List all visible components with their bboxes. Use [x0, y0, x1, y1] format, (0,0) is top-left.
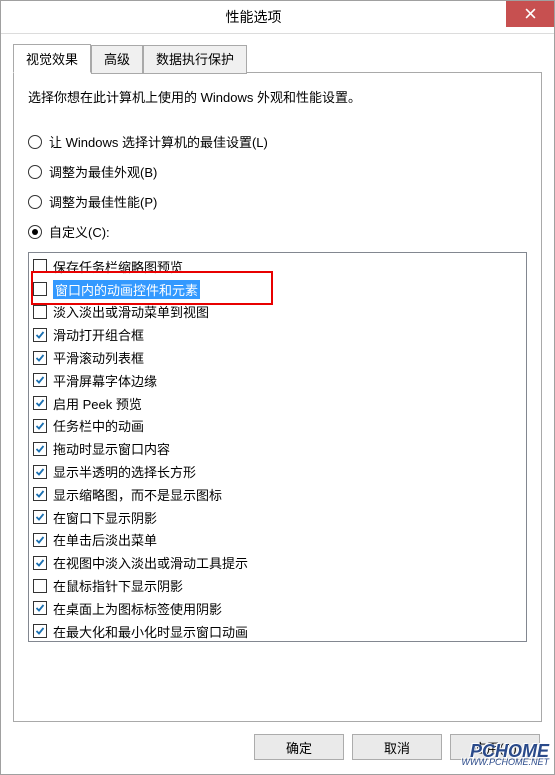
window-title: 性能选项	[1, 7, 506, 27]
radio-label: 自定义(C):	[49, 222, 110, 241]
checkbox-icon	[33, 487, 47, 501]
radio-icon	[28, 165, 42, 179]
effects-checklist[interactable]: 保存任务栏缩略图预览窗口内的动画控件和元素淡入淡出或滑动菜单到视图滑动打开组合框…	[28, 252, 527, 642]
radio-best-appearance[interactable]: 调整为最佳外观(B)	[28, 162, 527, 181]
check-row[interactable]: 在视图中淡入淡出或滑动工具提示	[29, 551, 526, 574]
cancel-button[interactable]: 取消	[352, 734, 442, 760]
tab-dep[interactable]: 数据执行保护	[143, 45, 247, 74]
checkbox-icon	[33, 556, 47, 570]
checkbox-icon	[33, 328, 47, 342]
radio-group: 让 Windows 选择计算机的最佳设置(L) 调整为最佳外观(B) 调整为最佳…	[28, 132, 527, 241]
description-text: 选择你想在此计算机上使用的 Windows 外观和性能设置。	[28, 87, 527, 106]
checkbox-icon	[33, 282, 47, 296]
radio-custom[interactable]: 自定义(C):	[28, 222, 527, 241]
close-button[interactable]	[506, 1, 554, 27]
radio-icon	[28, 225, 42, 239]
checkbox-icon	[33, 419, 47, 433]
check-row[interactable]: 显示缩略图，而不是显示图标	[29, 483, 526, 506]
radio-let-windows-choose[interactable]: 让 Windows 选择计算机的最佳设置(L)	[28, 132, 527, 151]
check-label: 拖动时显示窗口内容	[53, 439, 170, 458]
radio-best-performance[interactable]: 调整为最佳性能(P)	[28, 192, 527, 211]
checkbox-icon	[33, 465, 47, 479]
tab-strip: 视觉效果 高级 数据执行保护	[13, 44, 542, 73]
check-label: 在最大化和最小化时显示窗口动画	[53, 622, 248, 641]
check-row[interactable]: 淡入淡出或滑动菜单到视图	[29, 301, 526, 324]
checkbox-icon	[33, 510, 47, 524]
checkbox-icon	[33, 305, 47, 319]
checkbox-icon	[33, 373, 47, 387]
check-label: 启用 Peek 预览	[53, 394, 142, 413]
check-label: 在桌面上为图标标签使用阴影	[53, 599, 222, 618]
check-label: 窗口内的动画控件和元素	[53, 280, 200, 299]
check-row[interactable]: 在桌面上为图标标签使用阴影	[29, 597, 526, 620]
check-row[interactable]: 在最大化和最小化时显示窗口动画	[29, 620, 526, 642]
performance-options-window: 性能选项 视觉效果 高级 数据执行保护 选择你想在此计算机上使用的 Window…	[0, 0, 555, 775]
dialog-buttons: 确定 取消 应用(A)	[1, 722, 554, 774]
checkbox-icon	[33, 259, 47, 273]
check-label: 显示缩略图，而不是显示图标	[53, 485, 222, 504]
checkbox-icon	[33, 601, 47, 615]
check-label: 淡入淡出或滑动菜单到视图	[53, 302, 209, 321]
check-row[interactable]: 启用 Peek 预览	[29, 392, 526, 415]
checkbox-icon	[33, 396, 47, 410]
check-label: 保存任务栏缩略图预览	[53, 257, 183, 276]
check-label: 滑动打开组合框	[53, 325, 144, 344]
check-row[interactable]: 显示半透明的选择长方形	[29, 460, 526, 483]
close-icon	[525, 8, 536, 19]
titlebar: 性能选项	[1, 1, 554, 34]
check-label: 在视图中淡入淡出或滑动工具提示	[53, 553, 248, 572]
tab-panel-visual-effects: 选择你想在此计算机上使用的 Windows 外观和性能设置。 让 Windows…	[13, 73, 542, 722]
radio-label: 调整为最佳外观(B)	[49, 162, 157, 181]
checkbox-icon	[33, 442, 47, 456]
check-row[interactable]: 在鼠标指针下显示阴影	[29, 574, 526, 597]
tab-visual-effects[interactable]: 视觉效果	[13, 44, 91, 73]
content-area: 视觉效果 高级 数据执行保护 选择你想在此计算机上使用的 Windows 外观和…	[1, 34, 554, 722]
radio-icon	[28, 195, 42, 209]
checkbox-icon	[33, 579, 47, 593]
check-label: 在单击后淡出菜单	[53, 530, 157, 549]
check-label: 在鼠标指针下显示阴影	[53, 576, 183, 595]
checkbox-icon	[33, 351, 47, 365]
check-row[interactable]: 在窗口下显示阴影	[29, 506, 526, 529]
check-row[interactable]: 平滑屏幕字体边缘	[29, 369, 526, 392]
check-row[interactable]: 滑动打开组合框	[29, 323, 526, 346]
check-label: 任务栏中的动画	[53, 416, 144, 435]
radio-icon	[28, 135, 42, 149]
check-row[interactable]: 平滑滚动列表框	[29, 346, 526, 369]
check-label: 平滑滚动列表框	[53, 348, 144, 367]
check-row[interactable]: 保存任务栏缩略图预览	[29, 255, 526, 278]
check-label: 在窗口下显示阴影	[53, 508, 157, 527]
radio-label: 调整为最佳性能(P)	[49, 192, 157, 211]
apply-button[interactable]: 应用(A)	[450, 734, 540, 760]
radio-label: 让 Windows 选择计算机的最佳设置(L)	[49, 132, 268, 151]
check-row[interactable]: 窗口内的动画控件和元素	[29, 278, 526, 301]
check-row[interactable]: 拖动时显示窗口内容	[29, 437, 526, 460]
tab-advanced[interactable]: 高级	[91, 45, 143, 74]
checkbox-icon	[33, 624, 47, 638]
check-row[interactable]: 任务栏中的动画	[29, 415, 526, 438]
checkbox-icon	[33, 533, 47, 547]
ok-button[interactable]: 确定	[254, 734, 344, 760]
check-label: 显示半透明的选择长方形	[53, 462, 196, 481]
check-row[interactable]: 在单击后淡出菜单	[29, 529, 526, 552]
check-label: 平滑屏幕字体边缘	[53, 371, 157, 390]
